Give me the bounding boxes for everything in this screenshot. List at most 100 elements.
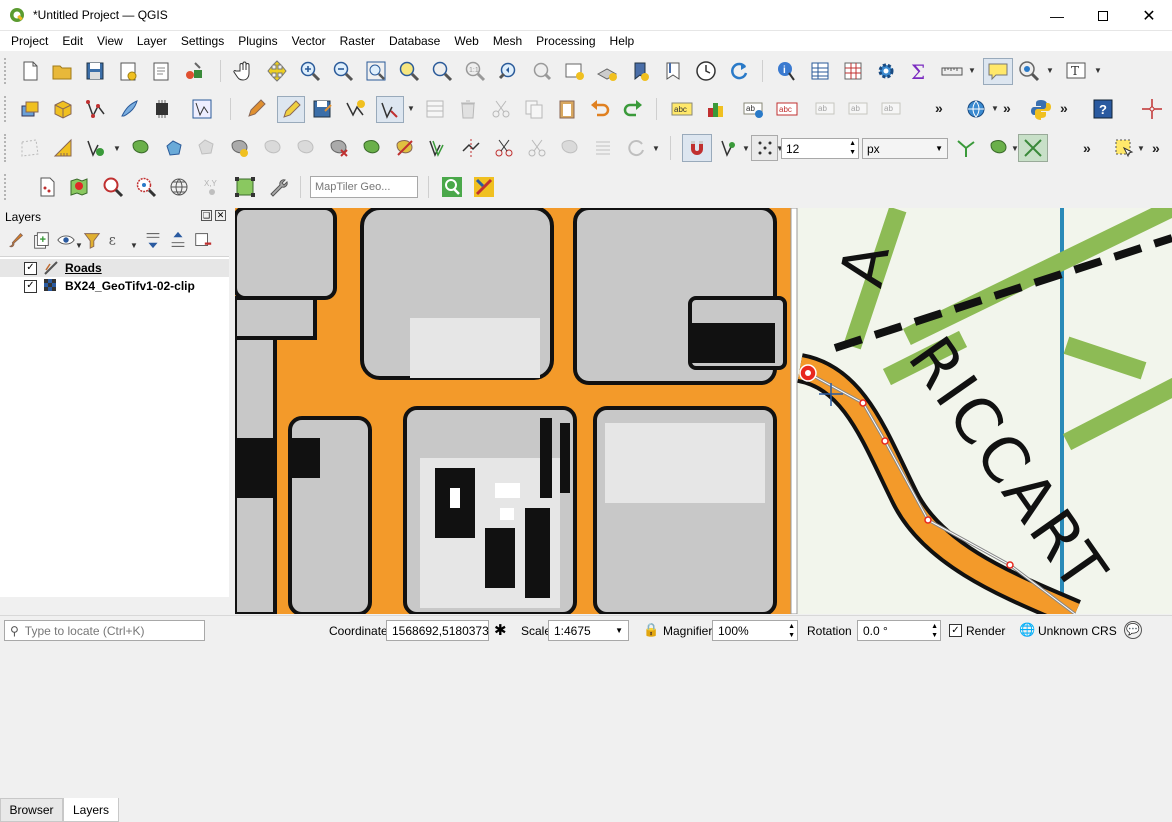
processing-toolbox-button[interactable] [874, 59, 898, 83]
split-parts-button[interactable] [492, 136, 516, 160]
zoom-to-layer-button[interactable] [430, 59, 454, 83]
offset-point-symbols-button[interactable] [624, 136, 648, 160]
tools-wrench-button[interactable] [266, 175, 290, 199]
lock-icon[interactable]: 🔒 [643, 622, 659, 638]
locator-search-input[interactable]: ⚲ Type to locate (Ctrl+K) [4, 620, 205, 641]
snapping-layers-button[interactable] [718, 136, 742, 160]
toolbar-overflow-chevron-icon[interactable]: » [1003, 100, 1011, 116]
collapse-all-button[interactable] [168, 229, 188, 251]
new-3d-map-view-button[interactable] [595, 59, 619, 83]
add-web-service-button[interactable] [964, 97, 988, 121]
add-circular-string-button[interactable] [84, 136, 108, 160]
toolbar-grip[interactable] [4, 96, 7, 122]
self-snapping-button[interactable] [1018, 134, 1048, 162]
text-annotation-button[interactable]: T [1064, 59, 1088, 83]
add-part-button[interactable] [261, 136, 285, 160]
map-tips-button[interactable] [983, 58, 1013, 85]
highlight-pinned-labels-button[interactable]: ab [742, 97, 766, 121]
menu-database[interactable]: Database [382, 34, 447, 48]
delete-selected-button[interactable] [456, 97, 480, 121]
toggle-editing-button[interactable] [277, 96, 305, 123]
select-by-rectangle-button[interactable] [1112, 136, 1136, 160]
coordinate-capture-button[interactable] [1140, 97, 1164, 121]
new-map-view-button[interactable] [562, 59, 586, 83]
zoom-next-button[interactable] [529, 59, 553, 83]
geocoder-search-button[interactable] [440, 175, 464, 199]
filter-by-expression-button[interactable]: ε [106, 229, 126, 251]
menu-processing[interactable]: Processing [529, 34, 602, 48]
menu-project[interactable]: Project [4, 34, 55, 48]
scale-combobox[interactable]: 1:4675 ▼ [548, 620, 629, 641]
expand-all-button[interactable] [143, 229, 163, 251]
manage-map-themes-button[interactable] [56, 229, 76, 251]
digitize-with-feather-button[interactable] [117, 97, 141, 121]
simplify-feature-button[interactable] [195, 136, 219, 160]
merge-features-button[interactable] [525, 136, 549, 160]
topological-editing-button[interactable] [954, 136, 978, 160]
spin-arrows-icon[interactable]: ▲ ▼ [931, 622, 938, 640]
add-line-feature-button[interactable] [343, 97, 367, 121]
delete-part-button[interactable] [360, 136, 384, 160]
new-bookmark-button[interactable] [628, 59, 652, 83]
annotation-dropdown-icon[interactable]: ▼ [1094, 66, 1102, 75]
refresh-button[interactable] [727, 59, 751, 83]
add-vector-layer-button[interactable] [35, 175, 59, 199]
tab-layers[interactable]: Layers [63, 798, 119, 822]
split-features-button[interactable] [459, 136, 483, 160]
statistical-summary-button[interactable]: Σ [907, 59, 931, 83]
show-unplaced-labels-button[interactable]: abc [775, 97, 799, 121]
render-checkbox[interactable]: ✓ [949, 624, 962, 637]
crs-label[interactable]: Unknown CRS [1038, 624, 1117, 638]
labeling-toolbar-button[interactable]: abc [670, 97, 694, 121]
zoom-search-button[interactable] [101, 175, 125, 199]
show-hide-labels-button[interactable]: ab [847, 97, 871, 121]
menu-edit[interactable]: Edit [55, 34, 90, 48]
gps-toolbar-button[interactable] [150, 97, 174, 121]
menu-help[interactable]: Help [603, 34, 642, 48]
rotation-spinbox[interactable]: 0.0 ° ▲ ▼ [857, 620, 941, 641]
snapping-units-select[interactable]: px ▼ [862, 138, 948, 159]
open-project-button[interactable] [50, 59, 74, 83]
layout-manager-button[interactable] [149, 59, 173, 83]
vertex-tool-button[interactable] [376, 96, 404, 123]
undo-button[interactable] [588, 97, 612, 121]
zoom-last-button[interactable] [496, 59, 520, 83]
new-vertex-tool-button[interactable] [84, 97, 108, 121]
new-geopackage-layer-button[interactable] [51, 97, 75, 121]
tab-browser[interactable]: Browser [0, 798, 63, 822]
menu-layer[interactable]: Layer [130, 34, 174, 48]
toolbar-overflow-chevron-icon[interactable]: » [1060, 100, 1068, 116]
toolbar-grip[interactable] [4, 174, 7, 200]
float-panel-icon[interactable]: ❑ [201, 210, 212, 221]
snap-intersections-button[interactable] [987, 136, 1011, 160]
zoom-to-selection-button[interactable] [397, 59, 421, 83]
zoom-out-button[interactable] [331, 59, 355, 83]
select-features-button[interactable] [1017, 59, 1041, 83]
select-dropdown-icon[interactable]: ▼ [1137, 144, 1145, 153]
save-layer-edits-button[interactable] [310, 97, 334, 121]
toolbar-overflow-chevron-icon[interactable]: » [935, 100, 943, 116]
menu-view[interactable]: View [90, 34, 130, 48]
spin-arrows-icon[interactable]: ▲ ▼ [788, 622, 795, 640]
remove-layer-button[interactable] [193, 229, 213, 251]
messages-icon[interactable]: 💬 [1124, 621, 1142, 639]
vertex-tool-dropdown-icon[interactable]: ▼ [407, 104, 415, 113]
show-bookmarks-button[interactable] [661, 59, 685, 83]
open-layer-styling-button[interactable] [6, 229, 26, 251]
close-panel-icon[interactable]: ✕ [215, 210, 226, 221]
offset-curve-button[interactable] [426, 136, 450, 160]
copy-features-button[interactable] [522, 97, 546, 121]
menu-settings[interactable]: Settings [174, 34, 231, 48]
current-edits-button[interactable] [244, 97, 268, 121]
filter-legend-button[interactable] [82, 229, 102, 251]
save-project-button[interactable] [83, 59, 107, 83]
temporal-controller-button[interactable] [694, 59, 718, 83]
field-calculator-button[interactable] [841, 59, 865, 83]
snapping-type-button[interactable] [751, 135, 778, 161]
georeferencer-button[interactable] [233, 175, 257, 199]
new-print-layout-button[interactable] [116, 59, 140, 83]
symbols-dropdown-icon[interactable]: ▼ [652, 144, 660, 153]
toolbar-overflow-chevron-icon[interactable]: » [1083, 140, 1091, 156]
fill-ring-button[interactable] [294, 136, 318, 160]
layer-row-roads[interactable]: ✓ Roads [0, 259, 229, 277]
